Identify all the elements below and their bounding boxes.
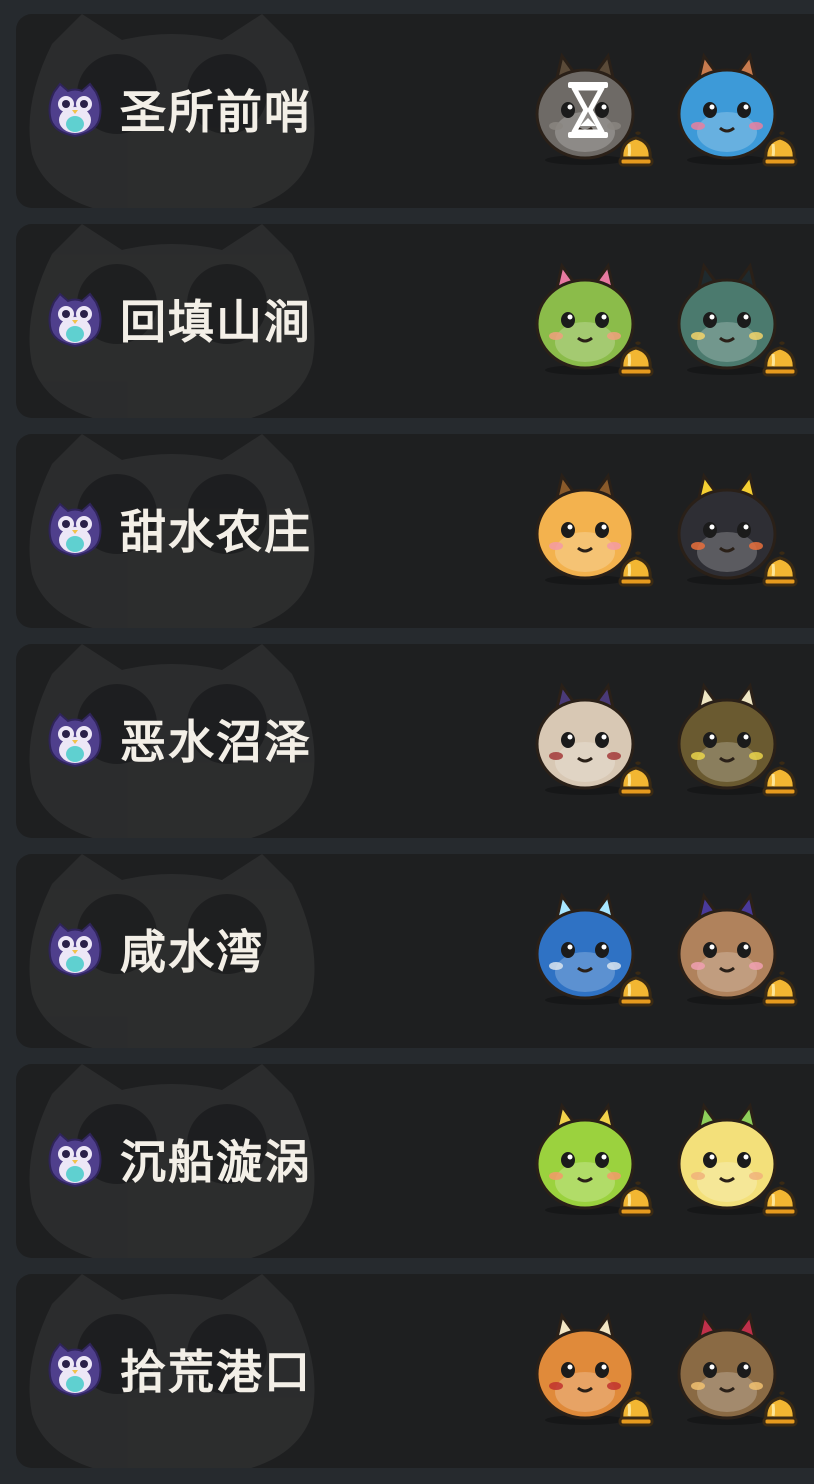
zone-row[interactable]: 圣所前哨	[16, 14, 814, 208]
bell-badge-icon	[618, 341, 654, 377]
zone-row[interactable]: 沉船漩涡	[16, 1064, 814, 1258]
zone-name: 甜水农庄	[120, 505, 312, 559]
bell-badge-icon	[762, 551, 798, 587]
bell-badge-icon	[618, 1391, 654, 1427]
zone-name: 沉船漩涡	[120, 1135, 312, 1189]
owl-badge-icon	[48, 922, 102, 978]
bell-badge-icon	[618, 1181, 654, 1217]
hourglass-timer-icon	[568, 82, 608, 138]
bell-badge-icon	[762, 131, 798, 167]
zone-name: 拾荒港口	[120, 1345, 312, 1399]
zone-row[interactable]: 拾荒港口	[16, 1274, 814, 1468]
bell-badge-icon	[762, 341, 798, 377]
bell-badge-icon	[762, 1181, 798, 1217]
owl-badge-icon	[48, 1342, 102, 1398]
owl-badge-icon	[48, 712, 102, 768]
owl-badge-icon	[48, 82, 102, 138]
bell-badge-icon	[762, 1391, 798, 1427]
zone-name: 圣所前哨	[120, 85, 312, 139]
bell-badge-icon	[762, 761, 798, 797]
bell-badge-icon	[618, 551, 654, 587]
owl-badge-icon	[48, 1132, 102, 1188]
bell-badge-icon	[618, 761, 654, 797]
bell-badge-icon	[762, 971, 798, 1007]
owl-badge-icon	[48, 502, 102, 558]
zone-name: 回填山涧	[120, 295, 312, 349]
zone-name: 恶水沼泽	[120, 715, 312, 769]
zone-list: 圣所前哨 回填山涧 甜水农庄 恶水沼泽 咸水湾 沉船漩涡 拾荒港口	[0, 0, 814, 1484]
bell-badge-icon	[618, 131, 654, 167]
bell-badge-icon	[618, 971, 654, 1007]
zone-name: 咸水湾	[120, 925, 264, 979]
zone-row[interactable]: 甜水农庄	[16, 434, 814, 628]
zone-row[interactable]: 恶水沼泽	[16, 644, 814, 838]
zone-row[interactable]: 咸水湾	[16, 854, 814, 1048]
owl-badge-icon	[48, 292, 102, 348]
zone-row[interactable]: 回填山涧	[16, 224, 814, 418]
